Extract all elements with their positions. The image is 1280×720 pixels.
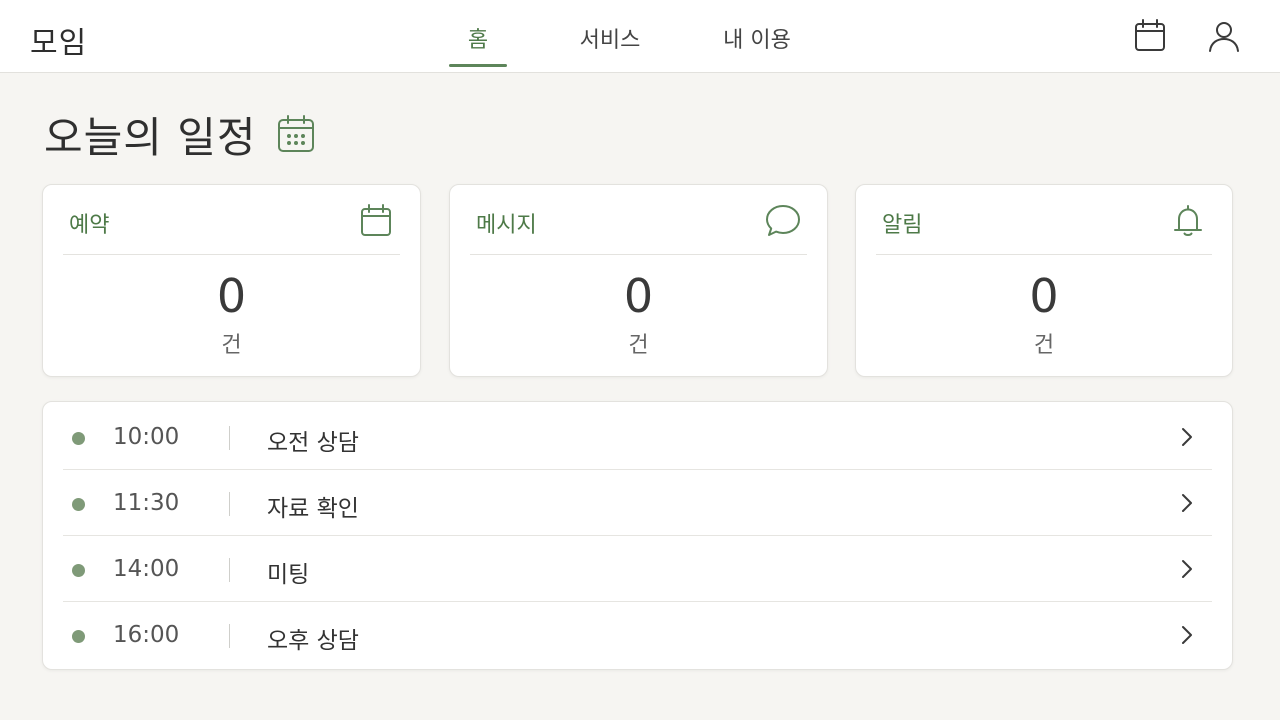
- tab-my-usage-label: 내 이용: [723, 28, 791, 53]
- schedule-title: 자료 확인: [267, 496, 359, 522]
- tab-home-label: 홈: [467, 28, 489, 53]
- schedule-item[interactable]: 16:00 오후 상담: [63, 602, 1212, 668]
- chat-bubble-icon: [765, 203, 801, 239]
- divider: [229, 624, 230, 648]
- user-icon[interactable]: [1206, 18, 1242, 54]
- divider: [229, 492, 230, 516]
- card-divider: [470, 254, 807, 255]
- card-reservations[interactable]: 예약 0 건: [42, 184, 421, 377]
- chevron-right-icon: [1176, 558, 1198, 580]
- card-unit: 건: [1033, 333, 1055, 358]
- tab-service[interactable]: 서비스: [570, 22, 650, 73]
- schedule-item[interactable]: 10:00 오전 상담: [63, 404, 1212, 470]
- card-unit: 건: [628, 333, 649, 358]
- card-count: 0: [1029, 269, 1059, 323]
- main-nav: 홈 서비스 내 이용: [0, 0, 1280, 73]
- top-navigation-bar: 모임 홈 서비스 내 이용: [0, 0, 1280, 73]
- card-label: 알림: [882, 213, 923, 238]
- status-dot: [72, 630, 85, 643]
- schedule-list: 10:00 오전 상담 11:30 자료 확인 14:00 미팅 16:00 오…: [42, 401, 1233, 670]
- schedule-time: 10:00: [113, 424, 180, 450]
- chevron-right-icon: [1176, 624, 1198, 646]
- card-unit: 건: [221, 333, 242, 358]
- status-dot: [72, 498, 85, 511]
- card-label: 예약: [69, 213, 110, 238]
- status-dot: [72, 564, 85, 577]
- card-count: 0: [216, 269, 247, 323]
- schedule-item[interactable]: 14:00 미팅: [63, 536, 1212, 602]
- card-notifications[interactable]: 알림 0 건: [855, 184, 1233, 377]
- card-count: 0: [623, 269, 654, 323]
- card-divider: [876, 254, 1212, 255]
- calendar-icon: [358, 203, 394, 239]
- divider: [229, 426, 230, 450]
- calendar-icon: [275, 113, 317, 155]
- card-label: 메시지: [476, 213, 537, 238]
- schedule-time: 11:30: [113, 490, 180, 516]
- page-title: 오늘의 일정: [44, 112, 257, 162]
- card-divider: [63, 254, 400, 255]
- active-tab-indicator: [449, 64, 507, 67]
- bell-icon: [1170, 203, 1206, 239]
- chevron-right-icon: [1176, 492, 1198, 514]
- schedule-time: 16:00: [113, 622, 180, 648]
- tab-service-label: 서비스: [579, 28, 641, 53]
- calendar-icon[interactable]: [1132, 18, 1168, 54]
- divider: [229, 558, 230, 582]
- schedule-item[interactable]: 11:30 자료 확인: [63, 470, 1212, 536]
- schedule-title: 오후 상담: [267, 628, 359, 654]
- card-messages[interactable]: 메시지 0 건: [449, 184, 828, 377]
- tab-my-usage[interactable]: 내 이용: [715, 22, 799, 73]
- status-dot: [72, 432, 85, 445]
- tab-home[interactable]: 홈: [449, 22, 507, 73]
- schedule-title: 미팅: [267, 562, 310, 588]
- schedule-title: 오전 상담: [267, 430, 359, 456]
- page-title-area: 오늘의 일정: [44, 108, 317, 162]
- schedule-time: 14:00: [113, 556, 180, 582]
- chevron-right-icon: [1176, 426, 1198, 448]
